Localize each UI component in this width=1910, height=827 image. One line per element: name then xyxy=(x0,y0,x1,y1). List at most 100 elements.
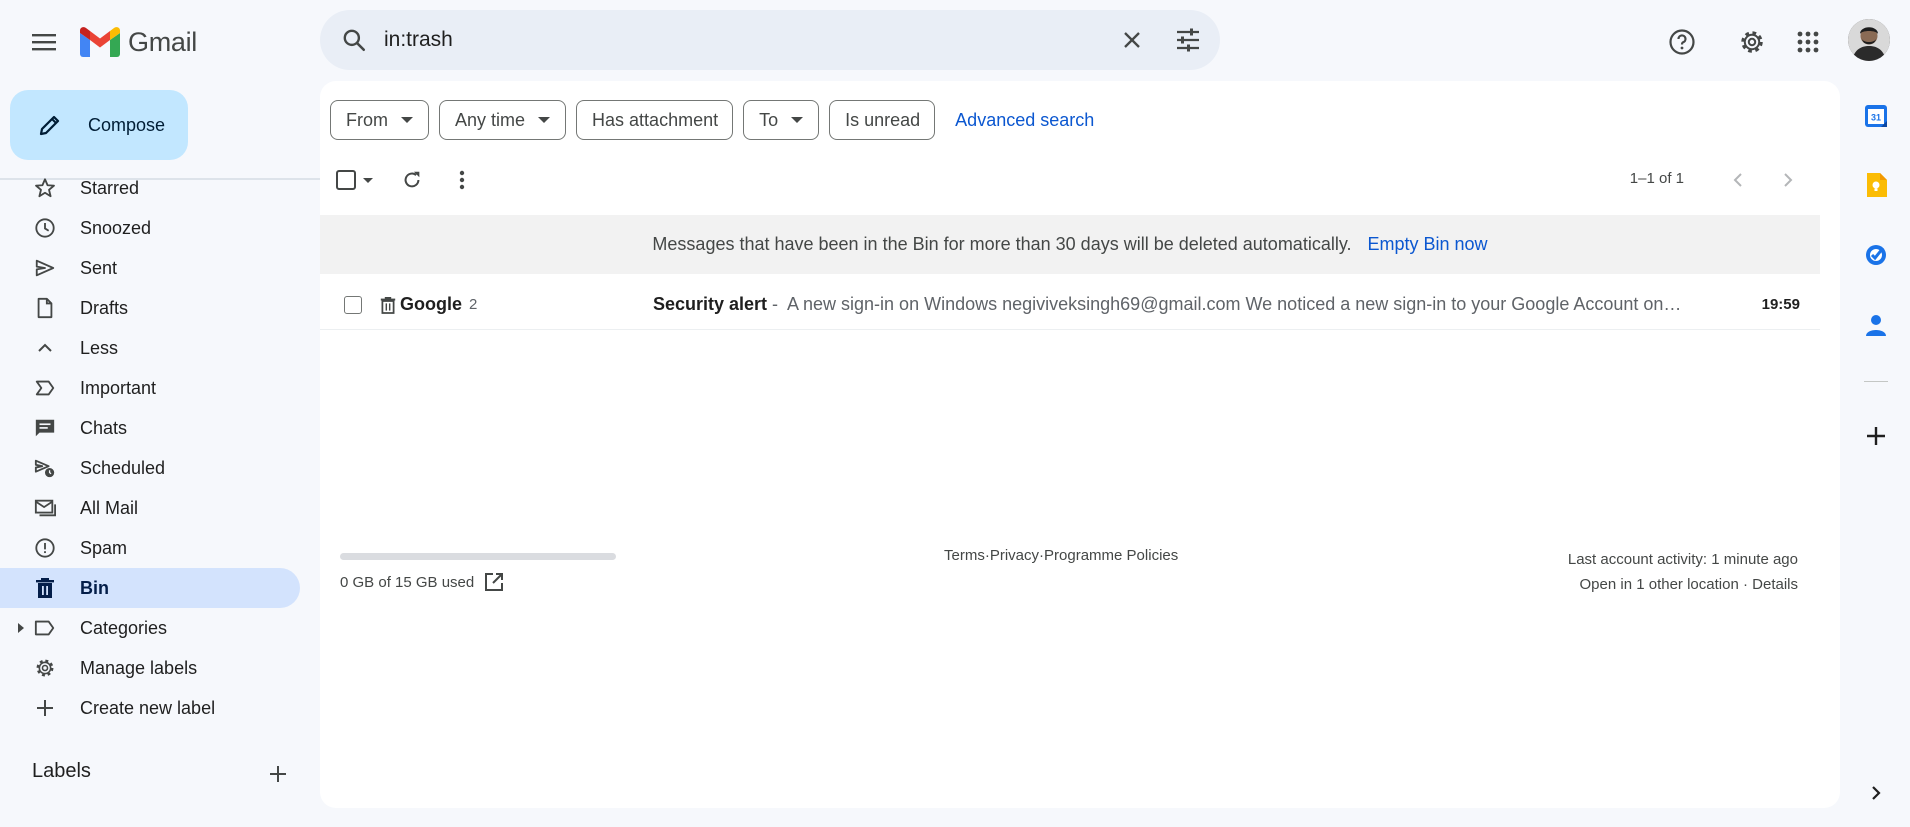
search-filter-chips: From Any time Has attachment To Is unrea… xyxy=(330,100,1094,140)
search-input[interactable]: in:trash xyxy=(382,28,1108,52)
filter-chip-from[interactable]: From xyxy=(330,100,429,140)
contacts-icon xyxy=(1866,315,1886,336)
trash-icon xyxy=(380,296,396,314)
search-button[interactable] xyxy=(326,10,382,70)
row-checkbox[interactable] xyxy=(344,295,362,314)
plus-icon xyxy=(1867,427,1885,445)
gear-icon xyxy=(36,659,54,677)
calendar-app-button[interactable]: 31 xyxy=(1856,96,1896,136)
main-panel xyxy=(320,81,1840,808)
sidebar-item-label: Less xyxy=(80,337,119,358)
bin-info-banner: Messages that have been in the Bin for m… xyxy=(320,215,1820,274)
bin-banner-text: Messages that have been in the Bin for m… xyxy=(652,234,1352,254)
clear-search-button[interactable] xyxy=(1108,16,1156,64)
keep-app-button[interactable] xyxy=(1856,165,1896,205)
hide-side-panel-button[interactable] xyxy=(1856,773,1896,813)
sidebar-item-label: Categories xyxy=(80,617,168,638)
main-menu-button[interactable] xyxy=(24,22,64,62)
plus-icon xyxy=(37,700,53,716)
get-addons-button[interactable] xyxy=(1856,416,1896,456)
search-bar[interactable]: in:trash xyxy=(320,10,1220,70)
send-icon xyxy=(35,259,55,277)
footer-links: Terms · Privacy · Programme Policies xyxy=(944,547,1178,564)
sidebar-item-label: Manage labels xyxy=(80,657,198,678)
sidebar-item-spam[interactable]: Spam xyxy=(0,528,300,568)
filter-chip-to[interactable]: To xyxy=(743,100,820,140)
advanced-search-link[interactable]: Advanced search xyxy=(955,110,1094,131)
sidebar-item-manage-labels[interactable]: Manage labels xyxy=(0,648,300,688)
chevron-right-icon xyxy=(1784,173,1793,187)
select-all-dropdown[interactable] xyxy=(336,170,374,190)
select-all-checkbox[interactable] xyxy=(336,170,356,190)
filter-chip-has-attachment[interactable]: Has attachment xyxy=(576,100,734,140)
newer-page-button[interactable] xyxy=(1768,160,1808,200)
sidebar-item-snoozed[interactable]: Snoozed xyxy=(0,208,300,248)
contacts-app-button[interactable] xyxy=(1856,305,1896,345)
tasks-icon xyxy=(1866,245,1886,265)
empty-bin-button[interactable]: Empty Bin now xyxy=(1368,234,1488,255)
sidebar-item-create-label[interactable]: Create new label xyxy=(0,688,300,728)
tune-icon xyxy=(1177,28,1199,52)
sidebar-item-label: Spam xyxy=(80,537,128,558)
clock-icon xyxy=(35,218,55,238)
settings-button[interactable] xyxy=(1730,20,1774,64)
open-in-new-icon[interactable] xyxy=(484,572,504,592)
sidebar-item-label: Snoozed xyxy=(80,217,152,238)
sidebar-item-label: Drafts xyxy=(80,297,129,318)
sidebar-item-less[interactable]: Less xyxy=(0,328,300,368)
sidebar-item-important[interactable]: Important xyxy=(0,368,300,408)
star-icon xyxy=(35,178,55,198)
sidebar-item-all-mail[interactable]: All Mail xyxy=(0,488,300,528)
gmail-logo[interactable]: Gmail xyxy=(80,22,197,62)
sidebar-item-drafts[interactable]: Drafts xyxy=(0,288,300,328)
account-avatar[interactable] xyxy=(1848,19,1890,61)
tasks-app-button[interactable] xyxy=(1856,235,1896,275)
sidebar-item-categories[interactable]: Categories xyxy=(0,608,300,648)
compose-label: Compose xyxy=(88,114,166,135)
sidebar-item-scheduled[interactable]: Scheduled xyxy=(0,448,300,488)
programme-policies-link[interactable]: Programme Policies xyxy=(1044,547,1178,564)
dropdown-arrow-icon xyxy=(363,177,373,183)
message-snippet: A new sign-in on Windows negiviveksingh6… xyxy=(787,294,1682,314)
chip-label: Has attachment xyxy=(592,109,719,130)
older-page-button[interactable] xyxy=(1718,160,1758,200)
create-label-button[interactable] xyxy=(262,758,294,790)
filter-chip-is-unread[interactable]: Is unread xyxy=(829,100,936,140)
compose-button[interactable]: Compose xyxy=(10,90,188,160)
subject-separator: - xyxy=(772,294,778,314)
refresh-icon xyxy=(404,171,420,188)
sidebar-item-starred[interactable]: Starred xyxy=(0,168,300,208)
sidebar-item-label: Create new label xyxy=(80,697,216,718)
sidebar-item-bin[interactable]: Bin xyxy=(0,568,300,608)
search-icon xyxy=(343,29,366,52)
refresh-button[interactable] xyxy=(392,160,432,200)
filter-chip-any-time[interactable]: Any time xyxy=(439,100,567,140)
apps-grid-icon xyxy=(1797,31,1819,53)
google-apps-button[interactable] xyxy=(1786,20,1830,64)
gmail-m-icon xyxy=(80,27,120,57)
activity-details-link[interactable]: Details xyxy=(1752,576,1798,593)
chip-label: From xyxy=(346,109,388,130)
more-options-button[interactable] xyxy=(442,160,482,200)
terms-link[interactable]: Terms xyxy=(944,547,985,564)
all-mail-icon xyxy=(34,499,56,517)
search-options-button[interactable] xyxy=(1164,16,1212,64)
chevron-up-icon xyxy=(38,343,52,352)
link-separator: · xyxy=(1742,576,1753,593)
draft-icon xyxy=(37,297,53,319)
keep-icon xyxy=(1867,173,1887,197)
chevron-right-icon xyxy=(1872,786,1881,800)
storage-usage: 0 GB of 15 GB used xyxy=(340,572,504,592)
sidebar-item-chats[interactable]: Chats xyxy=(0,408,300,448)
table-row[interactable]: Google 2 Security alert - A new sign-in … xyxy=(320,280,1820,330)
plus-icon xyxy=(270,766,286,782)
support-button[interactable] xyxy=(1660,20,1704,64)
help-icon xyxy=(1669,29,1695,55)
hamburger-menu-icon xyxy=(32,34,56,51)
chat-icon xyxy=(35,419,55,437)
pencil-icon xyxy=(39,115,60,136)
privacy-link[interactable]: Privacy xyxy=(990,547,1039,564)
sidebar-item-sent[interactable]: Sent xyxy=(0,248,300,288)
sidebar-item-label: Sent xyxy=(80,257,118,278)
expand-arrow-icon[interactable] xyxy=(16,622,26,634)
